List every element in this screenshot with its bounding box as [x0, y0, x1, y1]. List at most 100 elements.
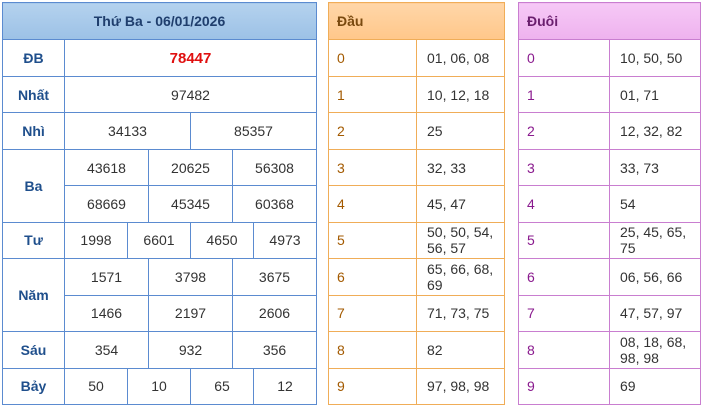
- dau-values: 01, 06, 08: [416, 39, 505, 77]
- dau-key: 9: [328, 368, 417, 406]
- duoi-values: 25, 45, 65, 75: [609, 222, 701, 260]
- duoi-title: Đuôi: [518, 2, 701, 41]
- duoi-values: 08, 18, 68, 98, 98: [609, 331, 701, 369]
- prize-value: 12: [253, 367, 317, 406]
- duoi-row: 6 06, 56, 66: [518, 258, 701, 296]
- prize-value: 4650: [190, 221, 254, 260]
- dau-values: 10, 12, 18: [416, 76, 505, 114]
- duoi-values: 01, 71: [609, 76, 701, 114]
- dau-key: 0: [328, 39, 417, 77]
- dau-key: 5: [328, 222, 417, 260]
- prize-value: 65: [190, 367, 254, 406]
- prize-value: 354: [64, 331, 149, 369]
- prize-value: 932: [148, 331, 233, 369]
- prize-value: 3798: [148, 258, 233, 296]
- dau-row: 3 32, 33: [328, 149, 505, 187]
- prize-value: 1998: [64, 221, 128, 260]
- prize-row-sau: Sáu 354 932 356: [2, 331, 317, 369]
- duoi-header-row: Đuôi: [518, 2, 701, 41]
- dau-row: 0 01, 06, 08: [328, 39, 505, 77]
- prize-row-nhi: Nhì 34133 85357: [2, 112, 317, 150]
- dau-values: 32, 33: [416, 149, 505, 187]
- prize-value: 356: [232, 331, 317, 369]
- prize-value: 34133: [64, 112, 191, 150]
- dau-row: 9 97, 98, 98: [328, 368, 505, 406]
- lottery-results-table: Thứ Ba - 06/01/2026 ĐB 78447 Nhất 97482 …: [2, 1, 317, 406]
- duoi-row: 8 08, 18, 68, 98, 98: [518, 331, 701, 369]
- dau-values: 97, 98, 98: [416, 368, 505, 406]
- dau-row: 4 45, 47: [328, 185, 505, 223]
- dau-key: 3: [328, 149, 417, 187]
- dau-row: 2 25: [328, 112, 505, 150]
- prize-value-db: 78447: [64, 39, 317, 77]
- dau-values: 50, 50, 54, 56, 57: [416, 222, 505, 260]
- duoi-key: 0: [518, 39, 610, 77]
- prize-label-sau: Sáu: [2, 331, 65, 369]
- dau-key: 6: [328, 258, 417, 296]
- results-title: Thứ Ba - 06/01/2026: [2, 1, 317, 41]
- dau-key: 8: [328, 331, 417, 369]
- duoi-row: 4 54: [518, 185, 701, 223]
- prize-row-tu: Tư 1998 6601 4650 4973: [2, 221, 317, 260]
- prize-value: 3675: [232, 258, 317, 296]
- dau-table: Đầu 0 01, 06, 08 1 10, 12, 18 2 25 3 32, 33 4 45,…: [328, 2, 505, 406]
- prize-value: 97482: [64, 75, 317, 114]
- duoi-values: 47, 57, 97: [609, 295, 701, 333]
- prize-value: 1466: [64, 294, 149, 333]
- prize-label-bay: Bảy: [2, 367, 65, 406]
- dau-row: 7 71, 73, 75: [328, 295, 505, 333]
- prize-row-nam: Năm 1571 3798 3675: [2, 258, 317, 333]
- duoi-values: 12, 32, 82: [609, 112, 701, 150]
- duoi-key: 9: [518, 368, 610, 406]
- duoi-row: 0 10, 50, 50: [518, 39, 701, 77]
- duoi-values: 10, 50, 50: [609, 39, 701, 77]
- duoi-body: 0 10, 50, 50 1 01, 71 2 12, 32, 82 3 33, 73 4 54 5…: [518, 39, 701, 406]
- prize-label-nhi: Nhì: [2, 112, 65, 150]
- duoi-key: 5: [518, 222, 610, 260]
- prize-value: 45345: [148, 185, 233, 223]
- dau-key: 4: [328, 185, 417, 223]
- prize-value: 50: [64, 367, 128, 406]
- duoi-values: 33, 73: [609, 149, 701, 187]
- duoi-row: 2 12, 32, 82: [518, 112, 701, 150]
- duoi-row: 5 25, 45, 65, 75: [518, 222, 701, 260]
- duoi-key: 2: [518, 112, 610, 150]
- prize-label-tu: Tư: [2, 221, 65, 260]
- prize-value: 4973: [253, 221, 317, 260]
- duoi-key: 8: [518, 331, 610, 369]
- dau-row: 1 10, 12, 18: [328, 76, 505, 114]
- prize-label-ba: Ba: [2, 148, 65, 223]
- duoi-row: 9 69: [518, 368, 701, 406]
- dau-title: Đầu: [328, 2, 505, 41]
- prize-label-db: ĐB: [2, 39, 65, 77]
- prize-value: 20625: [148, 148, 233, 187]
- duoi-table: Đuôi 0 10, 50, 50 1 01, 71 2 12, 32, 82 3 33, 7…: [518, 2, 701, 406]
- dau-body: 0 01, 06, 08 1 10, 12, 18 2 25 3 32, 33 4 45, 47 5…: [328, 39, 505, 406]
- prize-row-ba: Ba 43618 20625 56308: [2, 148, 317, 223]
- duoi-key: 7: [518, 295, 610, 333]
- prize-value: 56308: [232, 148, 317, 187]
- dau-row: 8 82: [328, 331, 505, 369]
- dau-values: 71, 73, 75: [416, 295, 505, 333]
- duoi-key: 6: [518, 258, 610, 296]
- dau-row: 5 50, 50, 54, 56, 57: [328, 222, 505, 260]
- dau-row: 6 65, 66, 68, 69: [328, 258, 505, 296]
- duoi-key: 4: [518, 185, 610, 223]
- prize-row-bay: Bảy 50 10 65 12: [2, 367, 317, 406]
- duoi-row: 7 47, 57, 97: [518, 295, 701, 333]
- prize-value: 68669: [64, 185, 149, 223]
- dau-values: 45, 47: [416, 185, 505, 223]
- duoi-values: 69: [609, 368, 701, 406]
- prize-value: 2606: [232, 294, 317, 333]
- dau-key: 2: [328, 112, 417, 150]
- duoi-key: 3: [518, 149, 610, 187]
- duoi-key: 1: [518, 76, 610, 114]
- prize-value: 60368: [232, 185, 317, 223]
- duoi-values: 06, 56, 66: [609, 258, 701, 296]
- dau-values: 82: [416, 331, 505, 369]
- duoi-row: 3 33, 73: [518, 149, 701, 187]
- prize-value: 1571: [64, 258, 149, 296]
- duoi-row: 1 01, 71: [518, 76, 701, 114]
- prize-label-nam: Năm: [2, 258, 65, 333]
- prize-value: 85357: [190, 112, 317, 150]
